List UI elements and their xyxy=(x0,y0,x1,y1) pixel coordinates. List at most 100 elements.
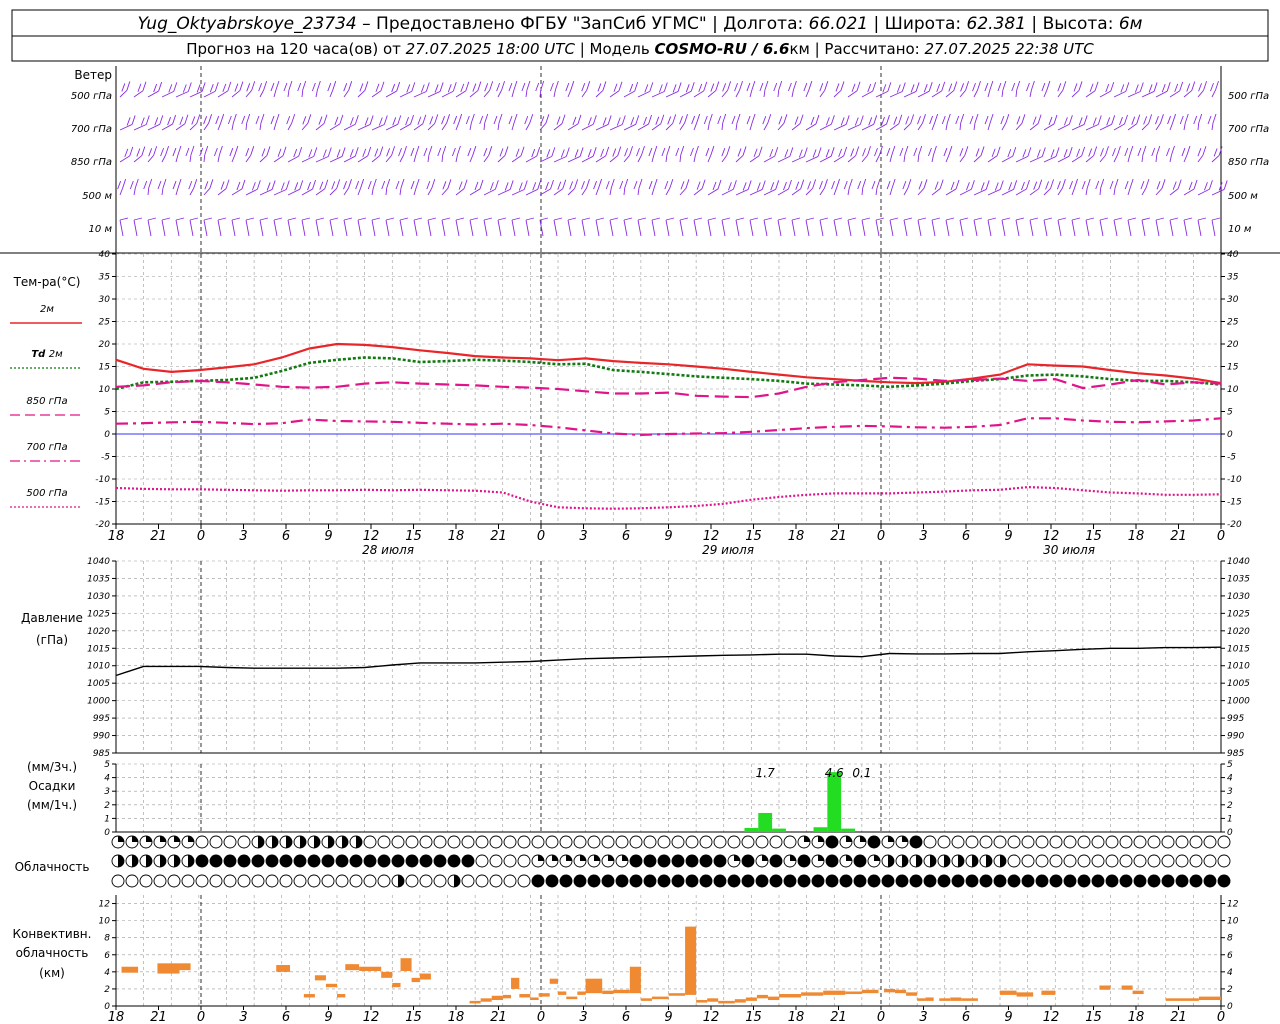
wind-barb-flag xyxy=(751,113,756,124)
wind-barb-flag xyxy=(1160,114,1164,124)
wind-barb-flag xyxy=(1174,83,1179,93)
wind-barb-staff xyxy=(917,188,925,196)
convective-title-1: Конвективн. xyxy=(13,927,92,941)
wind-barb-flag xyxy=(972,82,976,92)
wind-barb-flag xyxy=(420,84,425,93)
wind-barb-flag xyxy=(629,83,634,93)
wind-barb-flag xyxy=(618,81,623,91)
convective-bar xyxy=(1165,998,1199,1001)
cloud-cover-icon xyxy=(293,874,307,888)
pressure-ytick-label-left: 1040 xyxy=(87,557,110,567)
wind-barb-flag xyxy=(946,113,951,124)
cloud-cover-icon xyxy=(545,835,559,849)
cloud-cover-icon xyxy=(405,854,419,868)
wind-barb-flag xyxy=(905,116,910,125)
wind-barb-flag xyxy=(698,83,703,93)
wind-barb-staff xyxy=(1071,219,1076,237)
wind-barb-flag xyxy=(734,82,738,92)
wind-barb-flag xyxy=(1124,147,1129,157)
wind-barb-flag xyxy=(1179,81,1184,92)
wind-barb-flag xyxy=(551,147,556,157)
wind-barb-flag xyxy=(398,147,402,157)
convective-ytick-label-right: 0 xyxy=(1227,1002,1233,1012)
wind-barb-flag xyxy=(602,117,607,126)
pressure-ytick-label-right: 1020 xyxy=(1227,627,1250,637)
wind-barb-flag xyxy=(996,146,1001,156)
wind-barb-flag xyxy=(1183,217,1193,221)
wind-barb-staff xyxy=(525,155,537,163)
wind-barb-flag xyxy=(188,180,193,190)
temp-ytick-label-left: 40 xyxy=(99,250,111,260)
wind-barb-staff xyxy=(637,187,640,196)
wind-barb-flag xyxy=(307,181,311,191)
wind-barb-staff xyxy=(1113,187,1116,196)
wind-barb-staff xyxy=(399,187,402,196)
wind-barb-flag xyxy=(999,180,1004,190)
wind-barb-flag xyxy=(830,115,835,125)
wind-barb-flag xyxy=(474,181,479,191)
wind-barb-flag xyxy=(955,179,960,190)
wind-barb-staff xyxy=(133,187,136,196)
wind-barb-flag xyxy=(722,83,727,92)
convective-ytick-label-right: 8 xyxy=(1227,934,1233,944)
wind-barb-flag xyxy=(465,81,470,92)
wind-barb-flag xyxy=(819,217,829,221)
wind-barb-flag xyxy=(154,117,159,126)
wind-barb-staff xyxy=(861,123,874,131)
cloud-cover-icon xyxy=(349,874,363,888)
wind-barb-staff xyxy=(427,123,436,131)
pressure-ytick-label-right: 1025 xyxy=(1227,609,1250,619)
wind-barb-flag xyxy=(660,114,665,124)
wind-barb-flag xyxy=(142,81,147,91)
wind-barb-flag xyxy=(203,217,213,221)
wind-barb-flag xyxy=(385,217,395,221)
wind-barb-flag xyxy=(199,147,204,157)
wind-barb-staff xyxy=(567,188,575,196)
wind-barb-staff xyxy=(385,90,397,98)
wind-barb-staff xyxy=(1169,122,1173,131)
wind-barb-flag xyxy=(649,82,654,92)
wind-barb-staff xyxy=(525,89,528,98)
wind-barb-flag xyxy=(758,146,763,156)
wind-barb-flag xyxy=(655,116,660,125)
wind-barb-staff xyxy=(147,123,160,131)
wind-level-left-5: 10 м xyxy=(89,224,113,235)
wind-barb-flag xyxy=(312,179,316,190)
cloud-cover-icon-fill xyxy=(342,836,348,848)
cloud-cover-icon xyxy=(643,874,657,888)
wind-barb-staff xyxy=(637,154,642,163)
wind-barb-staff xyxy=(539,155,553,163)
wind-barb-flag xyxy=(175,217,185,221)
wind-barb-flag xyxy=(1088,148,1093,157)
convective-bar xyxy=(906,992,918,996)
cloud-cover-icon xyxy=(391,835,405,849)
pressure-ytick-label-right: 1015 xyxy=(1227,644,1250,654)
wind-barb-flag xyxy=(213,147,218,157)
wind-barb-flag xyxy=(633,180,638,190)
convective-xtick-label: 12 xyxy=(363,1010,380,1024)
cloud-cover-icon xyxy=(503,854,517,868)
convective-bar xyxy=(756,994,768,999)
temp-legend-label: 700 гПа xyxy=(26,442,67,453)
wind-barb-flag xyxy=(945,217,955,221)
wind-barb-staff xyxy=(161,90,174,98)
wind-barb-staff xyxy=(1127,123,1138,131)
cloud-cover-icon xyxy=(475,874,489,888)
cloud-cover-icon xyxy=(279,854,293,868)
wind-barb-flag xyxy=(722,113,727,124)
pressure-ytick-label-right: 990 xyxy=(1227,732,1244,742)
wind-barb-staff xyxy=(1169,154,1172,163)
wind-barb-flag xyxy=(246,83,251,92)
wind-barb-flag xyxy=(241,179,246,190)
wind-barb-flag xyxy=(1021,114,1026,124)
date-label: 28 июля xyxy=(362,543,414,557)
convective-bar xyxy=(577,991,586,995)
cloud-cover-icon xyxy=(685,835,699,849)
wind-barb-staff xyxy=(819,187,825,196)
wind-barb-staff xyxy=(357,219,362,237)
wind-barb-staff xyxy=(483,219,488,237)
wind-barb-staff xyxy=(1127,91,1141,98)
cloud-cover-icon-fill xyxy=(146,836,152,842)
wind-barb-flag xyxy=(172,180,177,190)
wind-barb-flag xyxy=(840,117,845,126)
